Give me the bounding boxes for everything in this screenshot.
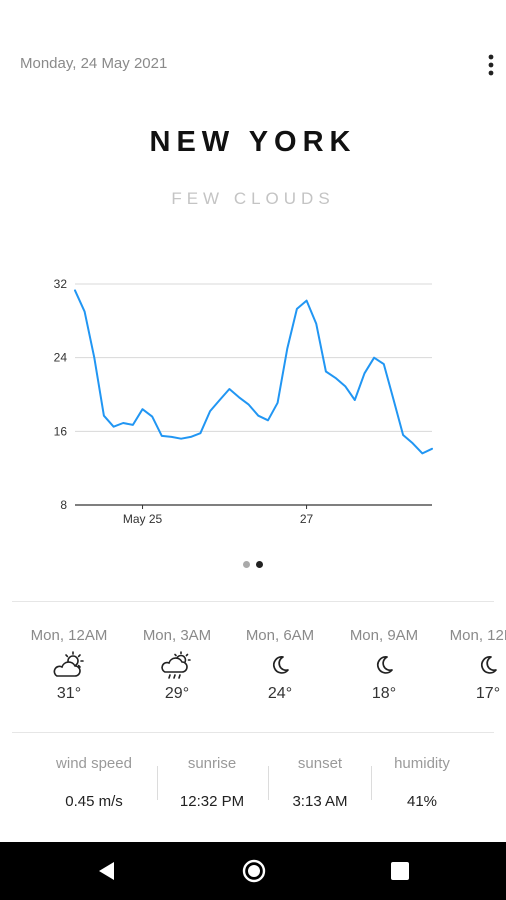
forecast-time: Mon, 12AM [30, 627, 108, 644]
x-tick-label: May 25 [123, 512, 163, 526]
forecast-temp: 24° [267, 685, 293, 702]
date-label: Monday, 24 May 2021 [20, 55, 168, 72]
y-tick-label: 8 [60, 498, 67, 512]
page-dot[interactable] [243, 561, 250, 568]
y-tick-label: 32 [54, 277, 68, 291]
forecast-item: Mon, 3AM 29° [125, 620, 229, 704]
y-tick-label: 24 [54, 351, 68, 365]
back-button[interactable] [76, 842, 136, 900]
recents-icon [391, 862, 409, 880]
forecast-item: Mon, 12PM 17° [436, 620, 506, 704]
divider [12, 732, 494, 733]
stat-label: humidity [394, 755, 450, 772]
page-indicator [0, 561, 506, 568]
stat-wind-speed: wind speed 0.45 m/s [39, 752, 149, 812]
stat-sunrise: sunrise 12:32 PM [157, 752, 267, 812]
weather-condition: FEW CLOUDS [171, 189, 335, 208]
forecast-time: Mon, 6AM [245, 627, 315, 644]
forecast-time: Mon, 3AM [142, 627, 212, 644]
moon-icon [376, 656, 393, 674]
moon-icon [272, 656, 289, 674]
stat-value: 3:13 AM [292, 793, 348, 810]
temperature-chart-svg: 8 16 24 32 May 25 27 [54, 277, 433, 526]
home-icon [242, 859, 266, 883]
stat-value: 0.45 m/s [65, 793, 123, 810]
hourly-forecast[interactable]: Mon, 12AM 31° Mon, 3AM 29° Mon, 6AM 24° … [0, 620, 506, 720]
weather-stats: wind speed 0.45 m/s sunrise 12:32 PM sun… [0, 752, 506, 820]
forecast-temp: 17° [475, 685, 501, 702]
moon-icon [480, 656, 497, 674]
stat-humidity: humidity 41% [367, 752, 477, 812]
forecast-time: Mon, 9AM [349, 627, 419, 644]
partly-cloudy-icon [53, 651, 84, 677]
stat-label: wind speed [56, 755, 132, 772]
system-nav-bar [0, 842, 506, 900]
temperature-line [74, 289, 433, 455]
city-name: NEW YORK [149, 126, 357, 158]
x-tick-label: 27 [300, 512, 314, 526]
forecast-item: Mon, 9AM 18° [332, 620, 436, 704]
more-vert-icon [488, 54, 494, 76]
home-button[interactable] [224, 842, 284, 900]
y-tick-label: 16 [54, 424, 68, 438]
stat-sunset: sunset 3:13 AM [265, 752, 375, 812]
page-dot[interactable] [256, 561, 263, 568]
forecast-item: Mon, 12AM 31° [17, 620, 121, 704]
stat-label: sunset [297, 755, 343, 772]
divider [12, 601, 494, 602]
temperature-chart[interactable]: 8 16 24 32 May 25 27 [0, 250, 506, 540]
forecast-temp: 29° [164, 685, 190, 702]
forecast-temp: 18° [371, 685, 397, 702]
forecast-temp: 31° [56, 685, 82, 702]
stat-value: 41% [406, 793, 438, 810]
recents-button[interactable] [370, 842, 430, 900]
stat-value: 12:32 PM [179, 793, 245, 810]
more-options-button[interactable] [478, 50, 504, 80]
stat-label: sunrise [187, 755, 237, 772]
cloudy-sun-rain-icon [161, 651, 191, 679]
forecast-item: Mon, 6AM 24° [228, 620, 332, 704]
back-icon [99, 862, 114, 880]
forecast-time: Mon, 12PM [449, 627, 506, 644]
